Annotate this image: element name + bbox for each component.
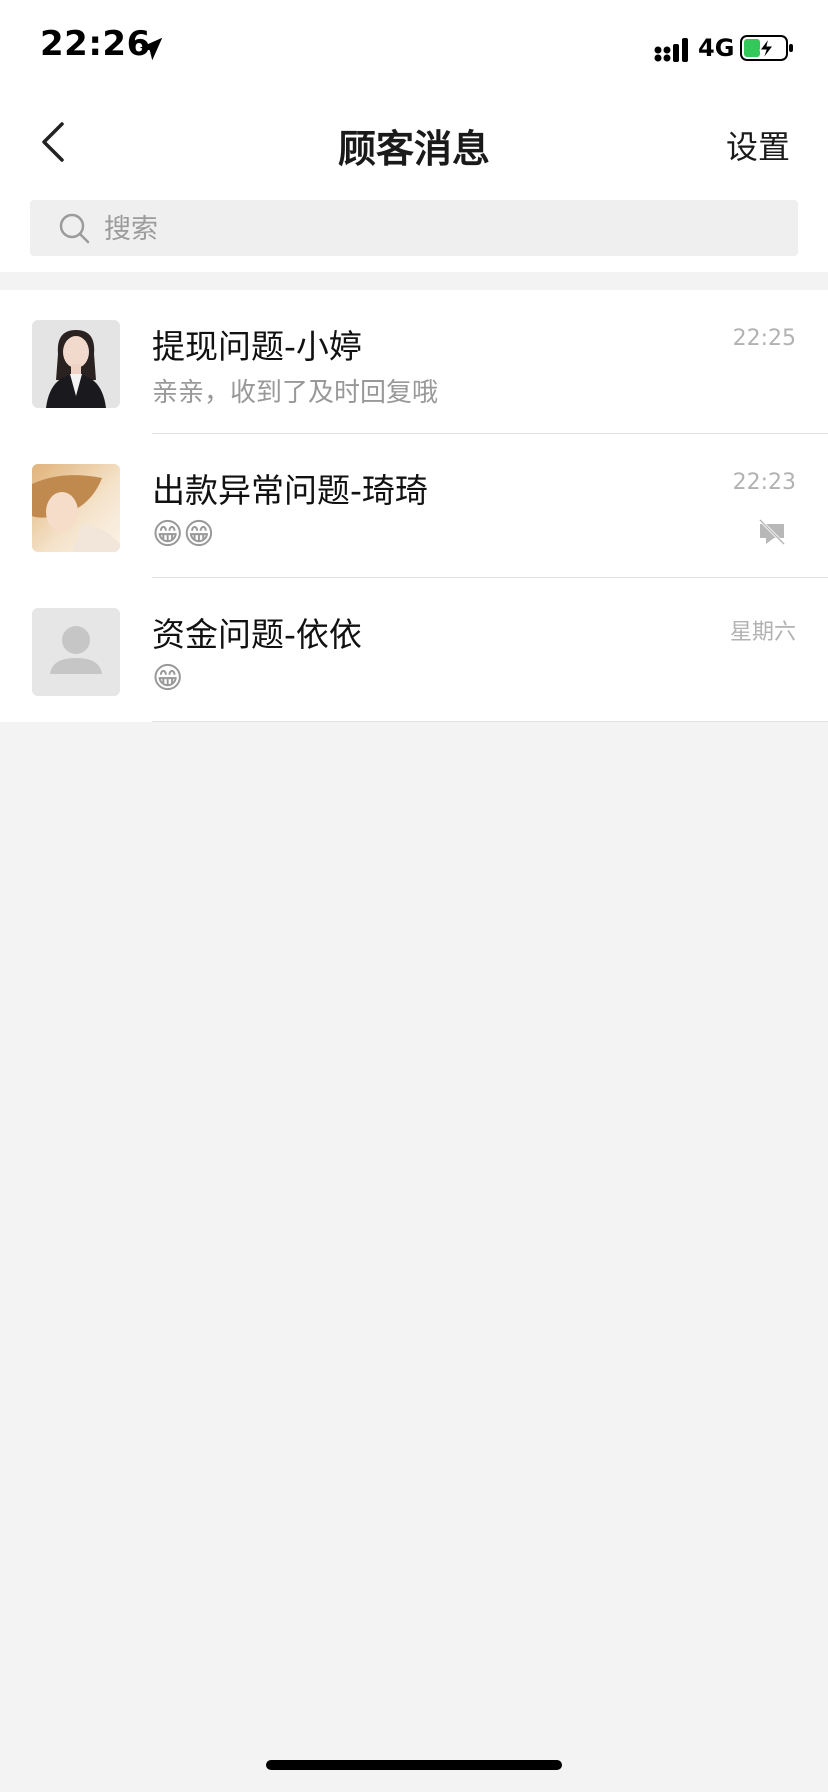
chat-row-2[interactable]: 出款异常问题-琦琦 😁😁 22:23 [0,434,828,578]
battery-charging-icon [740,35,793,61]
chat-time: 22:23 [732,470,796,495]
avatar [32,464,120,552]
chat-preview: 😁😁 [152,517,215,552]
chat-name: 提现问题-小婷 [152,327,362,366]
nav-header: 顾客消息 设置 [0,96,828,188]
signal-icon [654,38,688,62]
chat-name: 出款异常问题-琦琦 [152,471,428,510]
status-bar: 22:26 4G [0,0,828,96]
divider [152,721,828,722]
status-time: 22:26 [40,24,151,64]
screen: 22:26 4G 顾客消息 设置 搜索 提现问题-小婷 亲亲，收到了及时回复哦 … [0,0,828,1792]
search-icon [59,213,90,244]
chevron-left-icon[interactable] [30,114,80,170]
search-box[interactable] [30,200,798,256]
mute-icon [758,518,786,546]
chat-preview: 亲亲，收到了及时回复哦 [152,378,439,408]
avatar [32,320,120,408]
settings-button[interactable]: 设置 [726,122,790,168]
network-type: 4G [698,34,735,62]
chat-time: 22:25 [732,326,796,351]
home-indicator [266,1760,562,1770]
chat-list: 提现问题-小婷 亲亲，收到了及时回复哦 22:25 出款异常问题-琦琦 😁😁 2… [0,290,828,722]
avatar [32,608,120,696]
page-title: 顾客消息 [337,127,490,171]
chat-row-1[interactable]: 提现问题-小婷 亲亲，收到了及时回复哦 22:25 [0,290,828,434]
chat-name: 资金问题-依依 [152,615,362,654]
chat-row-3[interactable]: 资金问题-依依 😁 星期六 [0,578,828,722]
chat-time: 星期六 [729,620,796,645]
chat-preview: 😁 [152,661,184,696]
location-arrow-icon [139,37,163,61]
search-input[interactable] [102,208,766,250]
search-bar [0,188,828,272]
